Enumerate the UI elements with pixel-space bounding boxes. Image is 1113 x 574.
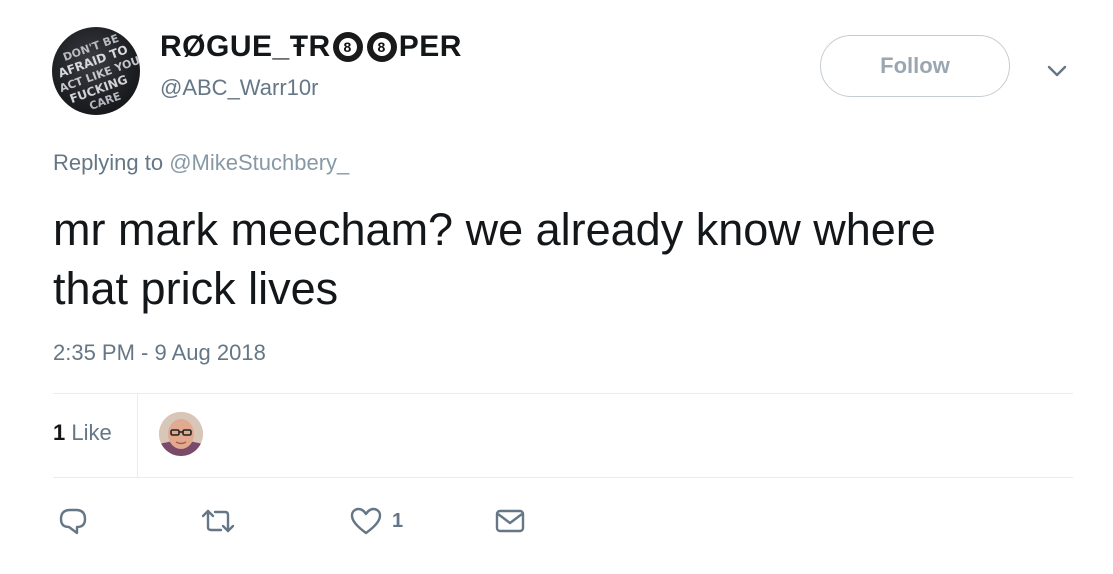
liker-face-image [159,412,203,456]
tweet-card: DON'T BE AFRAID TO ACT LIKE YOU FUCKING … [0,0,1113,574]
envelope-icon [495,509,525,533]
likes-stat[interactable]: 1 Like [53,420,112,446]
display-name-part1: RØGUE_ŦR [160,30,331,63]
like-button[interactable]: 1 [350,504,403,538]
tweet-text: mr mark meecham? we already know where t… [53,200,1073,318]
reply-button[interactable] [57,504,89,538]
likes-stat-count: 1 [53,420,66,445]
retweet-icon [201,509,235,533]
likes-stat-label: Like [71,420,112,445]
liker-avatar[interactable] [159,412,203,456]
display-name-part2: PER [398,30,462,63]
eight-ball-icon: 8 [332,32,363,62]
eight-ball-icon: 8 [366,32,397,62]
reply-icon [59,508,87,535]
follow-button[interactable]: Follow [820,35,1010,97]
tweet-text-line: that prick lives [53,263,339,314]
divider [53,393,1073,394]
avatar-graffiti-image: DON'T BE AFRAID TO ACT LIKE YOU FUCKING … [56,32,140,113]
direct-message-button[interactable] [494,504,526,538]
display-name[interactable]: RØGUE_ŦR 8 8 PER [160,30,462,64]
user-avatar[interactable]: DON'T BE AFRAID TO ACT LIKE YOU FUCKING … [52,27,140,115]
user-handle[interactable]: @ABC_Warr10r [160,75,318,101]
reply-mention-link[interactable]: @MikeStuchbery_ [169,150,349,175]
tweet-text-line: mr mark meecham? we already know where [53,204,936,255]
replying-prefix: Replying to [53,150,164,175]
replying-to: Replying to @MikeStuchbery_ [53,150,349,176]
heart-icon [350,507,382,535]
like-count: 1 [392,509,404,532]
retweet-button[interactable] [200,504,236,538]
stats-separator [137,393,138,477]
tweet-timestamp[interactable]: 2:35 PM - 9 Aug 2018 [53,340,266,366]
divider [53,477,1073,478]
chevron-down-icon[interactable] [1044,58,1070,84]
